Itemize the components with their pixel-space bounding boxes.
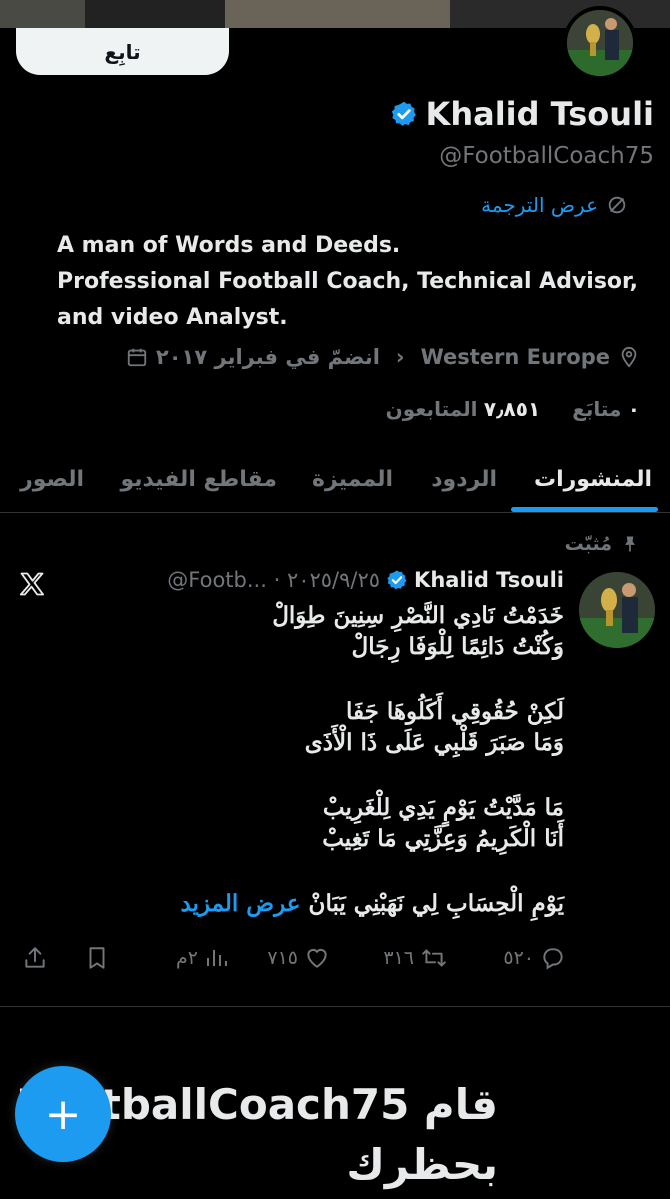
bio-line: A man of Words and Deeds. — [57, 233, 401, 258]
follow-button[interactable]: تابِع — [16, 28, 229, 75]
repost-button[interactable]: ٣١٦ — [383, 945, 448, 971]
reply-button[interactable]: ٥٢٠ — [503, 945, 566, 971]
reply-icon — [543, 948, 563, 970]
post-line: وَمَا صَبَرَ قَلْبِي عَلَى ذَا الْأَذَى — [304, 729, 564, 756]
pinned-label: مُثبّت — [564, 533, 612, 555]
views-count: ٢م — [176, 947, 198, 969]
location-pin-icon — [621, 346, 637, 368]
heart-icon — [307, 948, 327, 968]
bio-line: and video Analyst. — [57, 305, 288, 330]
repost-count: ٣١٦ — [383, 947, 414, 969]
tab-posts[interactable]: المنشورات — [534, 445, 652, 513]
profile-meta: Western Europe ‹ انضمّ في فبراير ٢٠١٧ — [126, 345, 640, 369]
repost-icon — [422, 949, 446, 967]
post-author-avatar[interactable] — [579, 572, 655, 648]
followers-count: ٧٫٨٥١ — [483, 397, 541, 421]
post-author-name[interactable]: Khalid Tsouli — [414, 568, 564, 592]
follow-counts: ٠ متابَع ٧٫٨٥١ المتابعون — [386, 397, 640, 421]
profile-name-row: Khalid Tsouli — [390, 95, 654, 133]
translate-icon — [608, 196, 626, 214]
verified-badge-icon — [391, 101, 416, 126]
profile-joined: انضمّ في فبراير ٢٠١٧ — [155, 345, 380, 369]
post-line: خَدَمْتُ نَادِي النَّصْرِ سِنِينَ طِوَال… — [272, 602, 564, 629]
chevron-left-icon: ‹ — [395, 345, 405, 369]
post-divider — [0, 1006, 670, 1007]
plus-icon: + — [44, 1088, 82, 1140]
post-line: لَكِنْ حُقُوقِي أَكَلُوهَا جَفَا — [346, 698, 564, 725]
calendar-icon — [127, 348, 147, 367]
pinned-indicator: مُثبّت — [565, 533, 640, 555]
post-line: وَكُنْتُ دَائِمًا لِلْوَفَا رِجَالْ — [351, 633, 565, 660]
post-line: يَوْمِ الْحِسَابِ لِي نَهَبْنِي يَبَانْ — [308, 890, 564, 917]
views-button[interactable]: ٢م — [176, 945, 228, 971]
post-header: Khalid Tsouli @Footb... · ٢٠٢٥/٩/٢٥ — [167, 568, 564, 592]
like-count: ٧١٥ — [267, 947, 298, 969]
profile-tabs: المنشورات الردود المميزة مقاطع الفيديو ا… — [0, 445, 670, 513]
like-button[interactable]: ٧١٥ — [267, 945, 330, 971]
followers-label: المتابعون — [385, 397, 478, 421]
tab-replies[interactable]: الردود — [431, 445, 497, 513]
translate-link[interactable]: عرض الترجمة — [481, 193, 628, 217]
profile-avatar[interactable] — [563, 6, 637, 80]
reply-count: ٥٢٠ — [503, 947, 534, 969]
tab-videos[interactable]: مقاطع الفيديو — [120, 445, 277, 513]
show-more-link[interactable]: عرض المزيد — [180, 890, 300, 917]
bookmark-button[interactable] — [84, 945, 110, 971]
tab-highlights[interactable]: المميزة — [312, 445, 393, 513]
profile-bio: A man of Words and Deeds. Professional F… — [57, 228, 657, 336]
share-button[interactable] — [22, 945, 48, 971]
post-actions: ٥٢٠ ٣١٦ ٧١٥ ٢م — [18, 945, 566, 975]
compose-button[interactable]: + — [15, 1066, 111, 1162]
profile-name: Khalid Tsouli — [425, 95, 654, 133]
followers-link[interactable]: ٧٫٨٥١ المتابعون — [386, 397, 541, 421]
tab-photos[interactable]: الصور — [20, 445, 84, 513]
post-line: أَنَا الْكَرِيمُ وَعِزَّتِي مَا تَغِيبْ — [322, 825, 564, 852]
profile-location: Western Europe — [420, 345, 610, 369]
following-count: ٠ — [627, 397, 640, 421]
translate-label[interactable]: عرض الترجمة — [481, 193, 598, 217]
post-handle-date: @Footb... · ٢٠٢٥/٩/٢٥ — [167, 568, 381, 592]
verified-badge-icon — [387, 570, 407, 590]
bookmark-icon — [89, 947, 105, 969]
profile-handle: @FootballCoach75 — [439, 143, 654, 169]
post-line: مَا مَدَّيْتُ يَوْمٍ يَدِي لِلْغَرِيبْ — [322, 794, 564, 821]
views-icon — [207, 950, 227, 966]
post-last-line: يَوْمِ الْحِسَابِ لِي نَهَبْنِي يَبَانْ … — [84, 888, 564, 919]
share-icon — [25, 947, 45, 968]
active-tab-indicator — [511, 507, 658, 512]
post-text[interactable]: خَدَمْتُ نَادِي النَّصْرِ سِنِينَ طِوَال… — [84, 600, 564, 919]
following-link[interactable]: ٠ متابَع — [572, 397, 640, 421]
x-logo-icon[interactable] — [18, 570, 46, 598]
pin-icon — [625, 536, 635, 552]
following-label: متابَع — [572, 397, 622, 421]
bio-line: Professional Football Coach, Technical A… — [57, 269, 639, 294]
